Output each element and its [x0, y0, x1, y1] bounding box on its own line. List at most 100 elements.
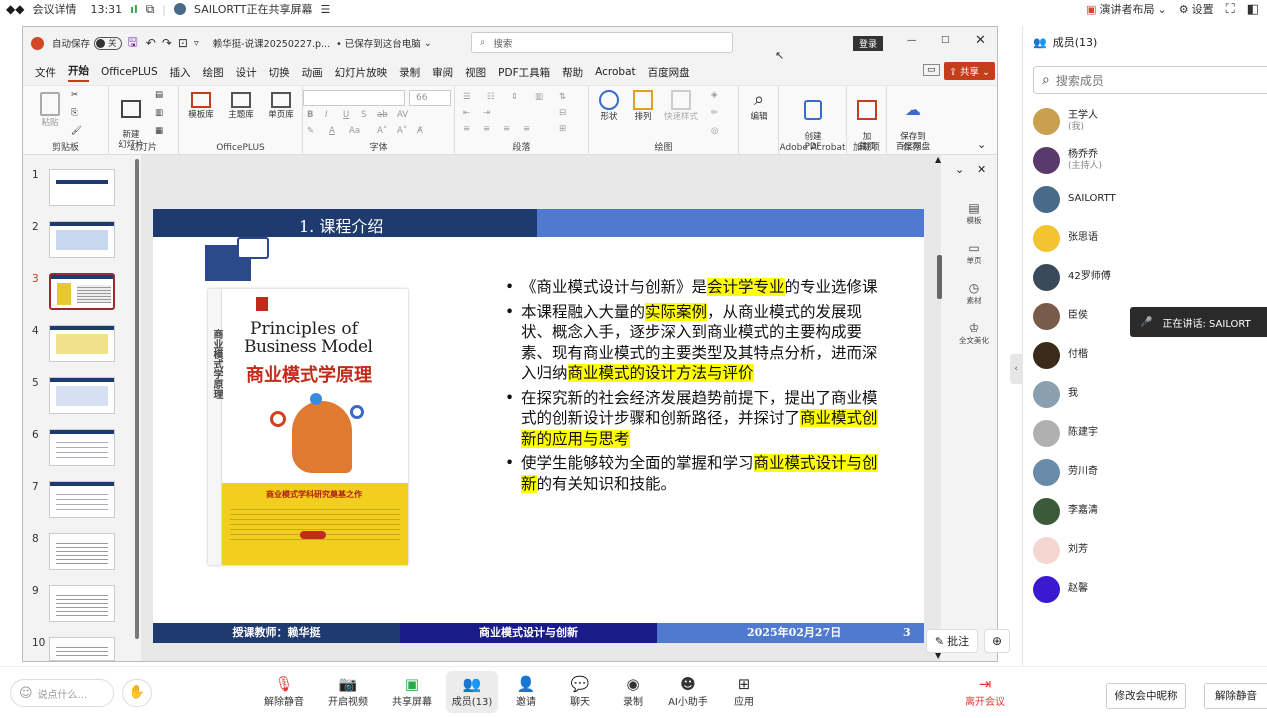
raise-hand-button[interactable]: ✋: [122, 679, 152, 707]
member-row[interactable]: 张思语: [1033, 223, 1098, 253]
beautify-button[interactable]: ♔ 全文美化: [955, 321, 993, 346]
menu-help[interactable]: 帮助: [562, 65, 583, 80]
slide-thumbnail[interactable]: [49, 325, 115, 362]
slide-thumbnail[interactable]: [49, 169, 115, 206]
share-screen-button[interactable]: ▣ 共享屏幕: [390, 675, 434, 708]
assets-button[interactable]: ◷ 素材: [955, 281, 993, 306]
invite-button[interactable]: 👤 邀请: [508, 675, 544, 708]
font-color-icon[interactable]: A: [329, 126, 335, 136]
menu-officeplus[interactable]: OfficePLUS: [101, 66, 158, 78]
line-spacing-icon[interactable]: ⇕: [511, 92, 518, 102]
format-painter-icon[interactable]: 🖌: [71, 126, 82, 136]
editing-button[interactable]: ⌕ 编辑: [741, 90, 777, 123]
customize-qat-icon[interactable]: ▿: [194, 38, 199, 49]
comment-icon[interactable]: ▭: [923, 64, 940, 76]
layout-icon[interactable]: ▤: [155, 90, 163, 100]
slide-thumbnail[interactable]: [49, 637, 115, 661]
autosave-toggle[interactable]: 关: [94, 36, 122, 50]
collapse-panel-icon[interactable]: ⌄: [955, 163, 964, 176]
align-center-icon[interactable]: ≡: [483, 124, 490, 134]
member-row[interactable]: 42罗师傅: [1033, 262, 1111, 292]
font-name-select[interactable]: [303, 90, 405, 106]
member-row[interactable]: 我: [1033, 379, 1078, 409]
record-button[interactable]: ◉ 录制: [615, 675, 651, 708]
section-icon[interactable]: ▦: [155, 126, 163, 136]
zoom-button[interactable]: ⊕: [984, 629, 1010, 653]
menu-acrobat[interactable]: Acrobat: [595, 66, 636, 78]
shape-effects-icon[interactable]: ◎: [711, 126, 718, 136]
unmute-button[interactable]: 🎙 解除静音: [262, 675, 306, 708]
settings-button[interactable]: ⚙ 设置: [1179, 1, 1214, 17]
highlight-icon[interactable]: ✎: [307, 126, 314, 136]
shadow-icon[interactable]: S: [361, 110, 366, 120]
single-page-button[interactable]: ▭ 单页: [955, 241, 993, 266]
templates-button[interactable]: ▤ 模板: [955, 201, 993, 226]
member-row[interactable]: 杨乔乔 (主持人): [1033, 145, 1102, 175]
grow-font-icon[interactable]: A˄: [377, 126, 387, 136]
menu-icon[interactable]: ☰: [320, 3, 330, 16]
members-search[interactable]: ⌕ 搜索成员: [1033, 66, 1267, 94]
start-video-button[interactable]: 📷 开启视频: [326, 675, 370, 708]
menu-home[interactable]: 开始: [68, 63, 89, 82]
slide-thumbnail[interactable]: [49, 585, 115, 622]
slide-thumbnail[interactable]: [49, 429, 115, 466]
menu-draw[interactable]: 绘图: [203, 65, 224, 80]
external-window-icon[interactable]: ⧉: [146, 2, 155, 17]
close-icon[interactable]: ✕: [975, 33, 986, 48]
member-row[interactable]: SAILORTT: [1033, 184, 1116, 214]
underline-icon[interactable]: U: [343, 110, 349, 120]
member-row[interactable]: 臣侯: [1033, 301, 1088, 331]
justify-icon[interactable]: ≡: [523, 124, 530, 134]
menu-file[interactable]: 文件: [35, 65, 56, 80]
strikethrough-icon[interactable]: ab: [377, 110, 388, 120]
leave-meeting-button[interactable]: ⇥ 离开会议: [962, 675, 1008, 708]
slide-thumbnail-selected[interactable]: [49, 273, 115, 310]
menu-review[interactable]: 审阅: [432, 65, 453, 80]
indent-increase-icon[interactable]: ⇥: [483, 108, 490, 118]
thumbnails-scrollbar[interactable]: [135, 159, 139, 639]
annotate-button[interactable]: ✎ 批注: [926, 629, 978, 653]
member-row[interactable]: 李嘉清: [1033, 496, 1098, 526]
arrange-button[interactable]: 排列: [625, 90, 661, 122]
member-row[interactable]: 劳川奇: [1033, 457, 1098, 487]
file-title[interactable]: 赖华挺-说课20250227.p...: [213, 36, 330, 50]
member-row[interactable]: 付楷: [1033, 340, 1088, 370]
close-panel-icon[interactable]: ✕: [977, 163, 986, 176]
template-lib-button[interactable]: 模板库: [183, 92, 219, 120]
member-row[interactable]: 刘芳: [1033, 535, 1088, 565]
clear-format-icon[interactable]: A̸: [417, 126, 423, 136]
minimize-icon[interactable]: —: [907, 35, 917, 46]
menu-pdf-tools[interactable]: PDF工具箱: [498, 65, 550, 80]
members-button[interactable]: 👥 成员(13): [446, 671, 498, 713]
save-icon[interactable]: 🖫: [128, 33, 138, 54]
slide-thumbnail[interactable]: [49, 377, 115, 414]
chat-button[interactable]: 💬 聊天: [562, 675, 598, 708]
collapse-ribbon-icon[interactable]: ⌄: [977, 138, 986, 151]
menu-baidu[interactable]: 百度网盘: [648, 65, 690, 80]
menu-view[interactable]: 视图: [465, 65, 486, 80]
undo-icon[interactable]: ↶: [146, 36, 156, 50]
spacing-icon[interactable]: AV: [397, 110, 408, 120]
align-right-icon[interactable]: ≡: [503, 124, 510, 134]
shrink-font-icon[interactable]: A˅: [397, 126, 407, 136]
text-direction-icon[interactable]: ⇅: [559, 92, 566, 102]
present-icon[interactable]: ⊡: [178, 36, 188, 50]
rename-button[interactable]: 修改会中昵称: [1106, 683, 1186, 709]
quick-styles-button[interactable]: 快速样式: [661, 90, 701, 122]
theme-lib-button[interactable]: 主题库: [223, 92, 259, 120]
maximize-icon[interactable]: ☐: [941, 35, 950, 46]
menu-design[interactable]: 设计: [236, 65, 257, 80]
unmute-all-button[interactable]: 解除静音: [1204, 683, 1267, 709]
numbering-icon[interactable]: ☷: [487, 92, 495, 102]
member-row[interactable]: 陈建宇: [1033, 418, 1098, 448]
slide-thumbnail[interactable]: [49, 481, 115, 518]
menu-record[interactable]: 录制: [399, 65, 420, 80]
shape-fill-icon[interactable]: ◈: [711, 90, 718, 100]
smartart-icon[interactable]: ⊞: [559, 124, 566, 134]
bullets-icon[interactable]: ☰: [463, 92, 471, 102]
fullscreen-icon[interactable]: ⛶: [1226, 2, 1235, 17]
meeting-details-link[interactable]: 会议详情: [32, 1, 76, 17]
paste-button[interactable]: 粘贴: [35, 92, 65, 128]
ai-assistant-button[interactable]: ☻ AI小助手: [664, 675, 712, 708]
menu-transitions[interactable]: 切换: [269, 65, 290, 80]
